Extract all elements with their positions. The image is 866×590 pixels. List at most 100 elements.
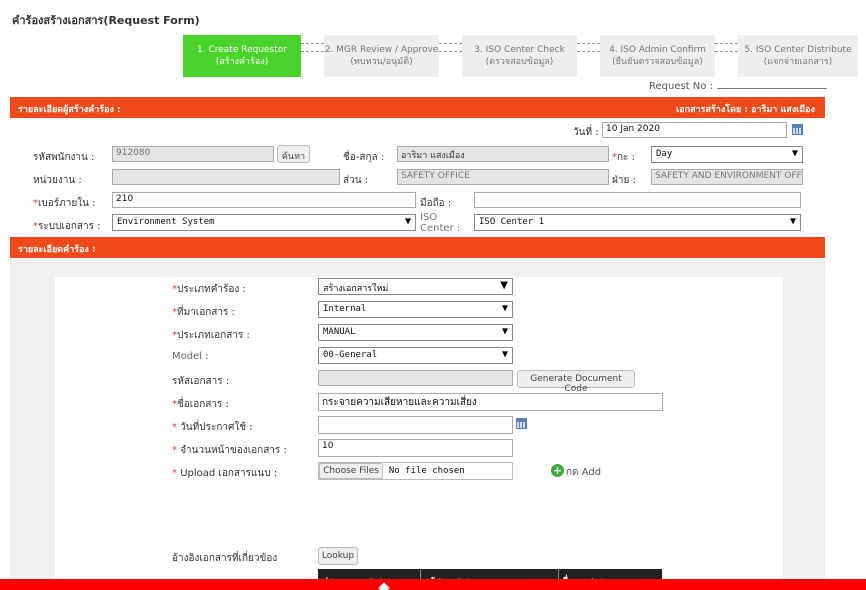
doc-type-label-text: ประเภทเอกสาร : — [177, 330, 250, 341]
request-type-label: *ประเภทคำร้อง : — [172, 284, 246, 295]
request-type-label-text: ประเภทคำร้อง : — [177, 284, 246, 295]
search-button[interactable]: ค้นหา — [277, 145, 310, 163]
upload-label: * Upload เอกสารแนบ : — [172, 468, 278, 479]
step-5-subtitle: (แจกจ่ายเอกสาร) — [763, 57, 833, 67]
chevron-down-icon: ▼ — [789, 216, 796, 227]
effective-date-label-text: วันที่ประกาศใช้ : — [180, 422, 253, 433]
step-iso-center-check: 3. ISO Center Check (ตรวจสอบข้อมูล) — [462, 35, 577, 77]
add-icon[interactable]: + — [551, 464, 564, 477]
mobile-label: มือถือ : — [420, 198, 452, 209]
model-select[interactable]: 00-General ▼ — [318, 347, 513, 364]
caret-up-icon[interactable] — [378, 582, 390, 590]
generate-code-button[interactable]: Generate Document Code — [517, 370, 635, 394]
dept-field[interactable]: SAFETY AND ENVIRONMENT OFFICE — [651, 169, 803, 185]
shift-select-value: Day — [656, 149, 673, 159]
step-connector — [577, 43, 600, 52]
request-type-select[interactable]: สร้างเอกสารใหม่ ▼ — [318, 278, 513, 295]
file-input[interactable]: Choose Files No file chosen — [318, 462, 513, 480]
step-connector — [715, 43, 738, 52]
requester-section-title: รายละเอียดผู้สร้างคำร้อง : — [18, 105, 121, 115]
step-2-title: 2. MGR Review / Approve — [324, 45, 439, 55]
request-no-line — [716, 81, 827, 89]
step-5-title: 5. ISO Center Distribute — [744, 45, 852, 55]
step-3-subtitle: (ตรวจสอบข้อมูล) — [485, 57, 554, 67]
iso-center-select[interactable]: ISO Center 1 ▼ — [474, 214, 801, 231]
doc-type-select[interactable]: MANUAL ▼ — [318, 324, 513, 341]
date-label: วันที่ : — [573, 127, 599, 138]
bottom-bar — [0, 579, 866, 590]
reference-label: อ้างอิงเอกสารที่เกี่ยวข้อง — [172, 553, 278, 564]
step-connector — [301, 43, 324, 52]
pages-field[interactable]: 10 — [318, 439, 513, 457]
name-field[interactable]: อาริมา แสงเมือง — [397, 146, 609, 162]
chevron-down-icon: ▼ — [404, 216, 411, 227]
iso-center-select-value: ISO Center 1 — [479, 217, 545, 227]
requester-section-bar: รายละเอียดผู้สร้างคำร้อง : เอกสารสร้างโด… — [10, 97, 825, 118]
system-select[interactable]: Environment System ▼ — [112, 214, 416, 231]
iso-center-label: ISO Center : — [420, 212, 461, 234]
chevron-down-icon: ▼ — [501, 303, 508, 314]
employee-id-label: รหัสพนักงาน : — [33, 152, 95, 163]
ext-field[interactable]: 210 — [112, 192, 416, 208]
no-file-text: No file chosen — [388, 466, 465, 476]
choose-files-button[interactable]: Choose Files — [319, 463, 383, 479]
step-1-title: 1. Create Requestor — [197, 45, 287, 55]
section-label: ส่วน : — [343, 175, 369, 186]
date-field[interactable]: 10 Jan 2020 — [602, 122, 787, 138]
pages-label-text: จำนวนหน้าของเอกสาร : — [180, 445, 287, 456]
chevron-down-icon: ▼ — [501, 326, 508, 337]
effective-date-label: * วันที่ประกาศใช้ : — [172, 422, 253, 433]
employee-id-field[interactable]: 912080 — [112, 146, 274, 162]
doc-name-field[interactable]: กระจายความเสียหายและความเสี่ยง — [318, 393, 663, 411]
shift-label: *กะ : — [612, 152, 635, 163]
request-no: Request No : — [649, 81, 827, 92]
upload-label-text: Upload เอกสารแนบ : — [180, 468, 278, 479]
doc-type-select-value: MANUAL — [323, 327, 356, 337]
ext-label: *เบอร์ภายใน : — [33, 198, 96, 209]
source-select-value: Internal — [323, 304, 367, 314]
request-section-title: รายละเอียดคำร้อง : — [18, 245, 96, 255]
created-by: เอกสารสร้างโดย : อาริมา แสงเมือง — [676, 105, 815, 115]
step-connector — [439, 43, 462, 52]
step-mgr-review: 2. MGR Review / Approve (ทบทวน/อนุมัติ) — [324, 35, 439, 77]
step-4-subtitle: (ยืนยันตรวจสอบข้อมูล) — [612, 57, 703, 67]
step-iso-center-distribute: 5. ISO Center Distribute (แจกจ่ายเอกสาร) — [738, 35, 858, 77]
source-label: *ที่มาเอกสาร : — [172, 307, 235, 318]
system-label: *ระบบเอกสาร : — [33, 221, 101, 232]
request-type-select-value: สร้างเอกสารใหม่ — [323, 284, 389, 294]
doc-code-label: รหัสเอกสาร : — [172, 376, 230, 387]
step-create-requestor: 1. Create Requestor (สร้างคำร้อง) — [183, 35, 301, 77]
mobile-field[interactable] — [474, 192, 801, 208]
effective-date-field[interactable] — [318, 416, 513, 434]
chevron-down-icon: ▼ — [500, 280, 508, 291]
pages-label: * จำนวนหน้าของเอกสาร : — [172, 445, 287, 456]
calendar-icon[interactable] — [516, 418, 527, 429]
step-1-subtitle: (สร้างคำร้อง) — [215, 57, 269, 67]
shift-select[interactable]: Day ▼ — [651, 146, 803, 163]
model-label: Model : — [172, 351, 209, 362]
ext-label-text: เบอร์ภายใน : — [38, 198, 96, 209]
chevron-down-icon: ▼ — [501, 349, 508, 360]
step-3-title: 3. ISO Center Check — [474, 45, 565, 55]
shift-label-text: กะ : — [617, 152, 635, 163]
source-label-text: ที่มาเอกสาร : — [177, 307, 235, 318]
source-select[interactable]: Internal ▼ — [318, 301, 513, 318]
request-section-bar: รายละเอียดคำร้อง : — [10, 237, 825, 258]
step-4-title: 4. ISO Admin Confirm — [609, 45, 706, 55]
dept-label: ฝ่าย : — [612, 175, 636, 186]
name-label: ชื่อ-สกุล : — [343, 152, 385, 163]
system-select-value: Environment System — [117, 217, 215, 227]
section-field[interactable]: SAFETY OFFICE — [397, 169, 609, 185]
doc-type-label: *ประเภทเอกสาร : — [172, 330, 250, 341]
request-no-label: Request No : — [649, 81, 713, 92]
step-2-subtitle: (ทบทวน/อนุมัติ) — [350, 57, 413, 67]
lookup-button[interactable]: Lookup — [318, 547, 358, 565]
system-label-text: ระบบเอกสาร : — [38, 221, 101, 232]
page-title: คำร้องสร้างเอกสาร(Request Form) — [12, 14, 200, 27]
calendar-icon[interactable] — [792, 124, 803, 135]
doc-code-field[interactable] — [318, 370, 513, 386]
unit-field[interactable] — [112, 169, 340, 185]
add-label[interactable]: กด Add — [566, 465, 601, 480]
chevron-down-icon: ▼ — [791, 148, 798, 159]
model-select-value: 00-General — [323, 350, 378, 360]
